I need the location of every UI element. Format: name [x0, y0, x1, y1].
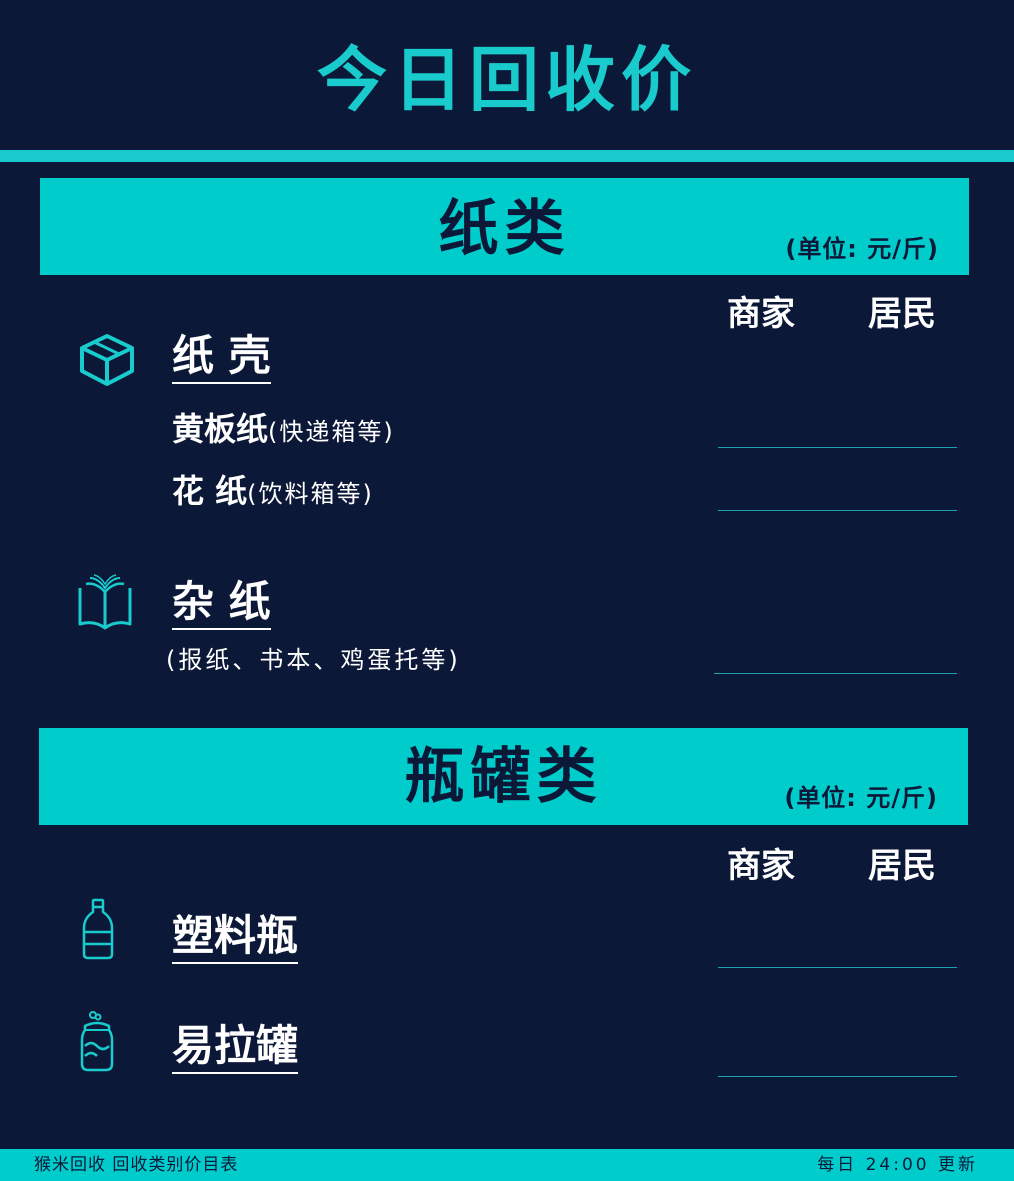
page-title: 今日回收价 [317, 39, 697, 121]
list-item: 黄板纸(快递箱等) [172, 410, 395, 451]
bottles-section-header: 瓶罐类 (单位: 元/斤) [39, 728, 968, 825]
bottles-unit-label: (单位: 元/斤) [784, 784, 938, 812]
item-note: (快递箱等) [268, 418, 395, 446]
paper-col-merchant: 商家 [727, 294, 795, 334]
bottles-col-resident: 居民 [868, 846, 936, 886]
plastic-bottle-title: 塑料瓶 [172, 912, 299, 964]
item-name: 黄板纸 [172, 410, 269, 448]
price-line [718, 967, 957, 968]
paper-section-header: 纸类 (单位: 元/斤) [40, 178, 969, 275]
paper-col-resident: 居民 [868, 294, 936, 334]
soda-can-icon [79, 1010, 115, 1078]
item-name: 花 纸 [172, 472, 248, 510]
paper-unit-label: (单位: 元/斤) [785, 235, 939, 263]
mixed-paper-title: 杂 纸 [172, 578, 271, 630]
footer-update-text: 每日 24:00 更新 [817, 1155, 978, 1175]
list-item: 花 纸(饮料箱等) [172, 472, 374, 513]
soda-can-title: 易拉罐 [172, 1022, 299, 1074]
item-note: (饮料箱等) [247, 480, 374, 508]
price-line [714, 673, 957, 674]
bottles-col-merchant: 商家 [727, 846, 795, 886]
price-line [718, 447, 957, 448]
price-line [718, 510, 957, 511]
price-line [718, 1076, 957, 1077]
plastic-bottle-icon [80, 898, 116, 964]
open-book-icon [76, 574, 134, 636]
cardboard-title: 纸 壳 [172, 332, 271, 384]
footer-bar: 猴米回收 回收类别价目表 每日 24:00 更新 [0, 1149, 1014, 1181]
box-icon [78, 333, 136, 391]
footer-brand-text: 猴米回收 回收类别价目表 [34, 1155, 239, 1175]
mixed-paper-note: (报纸、书本、鸡蛋托等) [166, 646, 461, 674]
top-divider-bar [0, 150, 1014, 162]
